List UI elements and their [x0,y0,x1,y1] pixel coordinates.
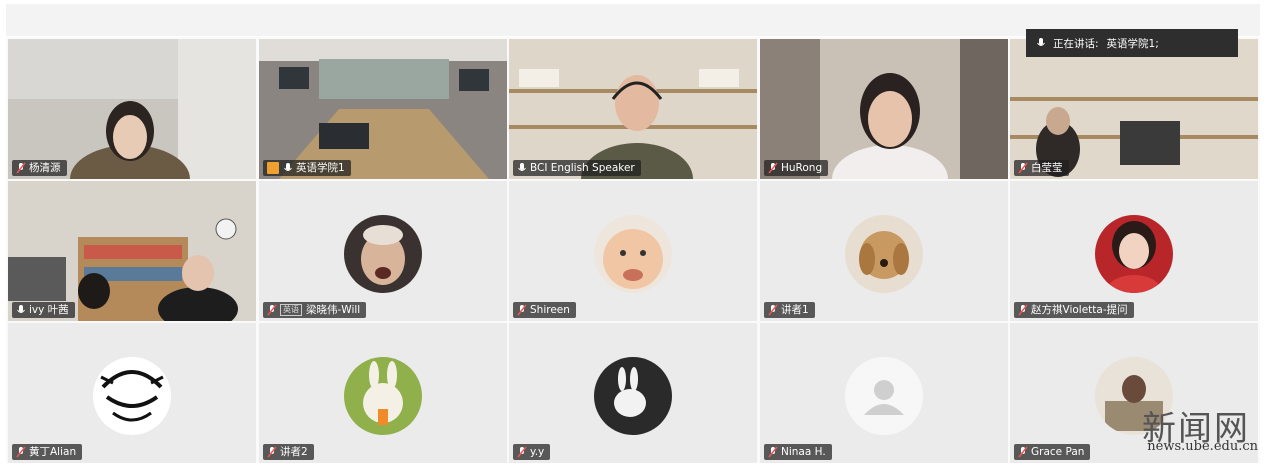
participant-name: Shireen [530,304,570,316]
speaker-prefix: 正在讲话: [1053,37,1099,50]
participant-label: 杨清源 [12,160,67,176]
video-tile-zhaofangqi[interactable]: 赵方祺Violetta-提问 [1010,181,1258,321]
mic-icon [1036,37,1045,49]
participant-avatar [344,357,422,435]
mic-muted-icon [1018,304,1028,316]
participant-label: 讲者1 [764,302,815,318]
participant-label: 赵方祺Violetta-提问 [1014,302,1134,318]
participant-name: 讲者2 [280,446,308,458]
participant-video [760,39,1008,179]
participant-name: Ninaa H. [781,446,826,458]
video-tile-yy[interactable]: y.y [509,323,757,463]
participant-name: 黄丁Alian [29,446,77,458]
mic-muted-icon [517,304,527,316]
video-tile-liangxiaowei[interactable]: 英语 梁晓伟-Will [259,181,507,321]
participant-label: 讲者2 [263,444,314,460]
default-avatar-icon [845,357,923,435]
participant-name: HuRong [781,162,823,174]
participant-label: Ninaa H. [764,444,832,460]
video-tile-bci-english-speaker[interactable]: BCI English Speaker [509,39,757,179]
host-icon [267,162,279,174]
active-speaker-indicator: 正在讲话: 英语学院1; [1026,29,1238,57]
video-tile-yangqingyuan[interactable]: 杨清源 [8,39,256,179]
participant-avatar [93,357,171,435]
participant-label: y.y [513,444,551,460]
participant-avatar [1095,215,1173,293]
mic-icon [517,162,526,174]
mic-muted-icon [1018,162,1028,174]
participant-name: y.y [530,446,545,458]
participant-name: 白莹莹 [1031,162,1063,174]
video-tile-ivy[interactable]: ivy 叶茜 [8,181,256,321]
participant-label: ivy 叶茜 [12,302,75,318]
participant-label: 英语学院1 [263,160,351,176]
participant-name: Grace Pan [1031,446,1085,458]
participant-avatar [594,215,672,293]
participant-label: 白莹莹 [1014,160,1069,176]
participant-name: 梁晓伟-Will [306,304,361,316]
mic-muted-icon [517,446,527,458]
participant-label: 英语 梁晓伟-Will [263,302,367,318]
watermark-url: news.ube.edu.cn [1147,439,1258,454]
video-tile-english-college[interactable]: 英语学院1 [259,39,507,179]
participant-video [1010,39,1258,179]
mic-muted-icon [16,162,26,174]
video-tile-shireen[interactable]: Shireen [509,181,757,321]
participant-name: ivy 叶茜 [29,304,69,316]
mic-muted-icon [768,162,778,174]
participant-avatar [344,215,422,293]
video-tile-hurong[interactable]: HuRong [760,39,1008,179]
participant-video [8,39,256,179]
video-tile-huangding[interactable]: 黄丁Alian [8,323,256,463]
video-tile-ninaa[interactable]: Ninaa H. [760,323,1008,463]
video-tile-speaker2[interactable]: 讲者2 [259,323,507,463]
participant-name: 讲者1 [781,304,809,316]
participant-name: 英语学院1 [296,162,345,174]
video-tile-speaker1[interactable]: 讲者1 [760,181,1008,321]
participant-video [8,181,256,321]
participant-label: HuRong [764,160,829,176]
participant-avatar [845,215,923,293]
mic-muted-icon [267,446,277,458]
participant-label: Grace Pan [1014,444,1091,460]
video-grid: 杨清源 英语学院1 BCI English Speaker HuRong 白莹莹… [6,37,1260,463]
mic-muted-icon [768,446,778,458]
participant-avatar [594,357,672,435]
participant-name: 赵方祺Violetta-提问 [1031,304,1128,316]
mic-muted-icon [1018,446,1028,458]
mic-muted-icon [267,304,277,316]
participant-name: BCI English Speaker [530,162,635,174]
mic-icon [16,304,25,316]
news-watermark: 新闻网 news.ube.edu.cn [1110,401,1260,463]
mic-icon [283,162,292,174]
participant-name: 杨清源 [29,162,61,174]
role-tag: 英语 [280,304,302,316]
participant-label: Shireen [513,302,576,318]
video-tile-baiyingying[interactable]: 白莹莹 [1010,39,1258,179]
participant-label: BCI English Speaker [513,160,641,176]
speaker-name: 英语学院1; [1106,37,1159,50]
participant-label: 黄丁Alian [12,444,83,460]
mic-muted-icon [768,304,778,316]
mic-muted-icon [16,446,26,458]
participant-video [509,39,757,179]
participant-video [259,39,507,179]
